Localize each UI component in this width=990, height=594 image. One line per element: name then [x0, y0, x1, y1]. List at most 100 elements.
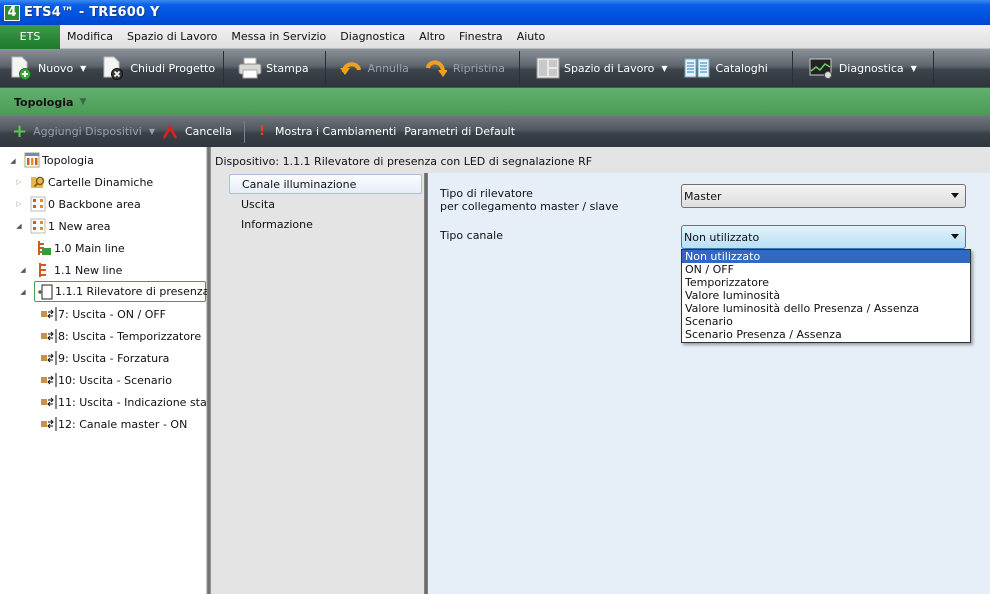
redo-label: Ripristina [452, 61, 505, 75]
catalogs-button[interactable]: Cataloghi [676, 49, 776, 87]
default-parameters-button[interactable]: Parametri di Default [404, 125, 515, 138]
dropdown-arrow-icon [951, 234, 959, 239]
printer-icon [238, 56, 262, 80]
tree-item-group-object[interactable]: 8: Uscita - Temporizzatore [40, 326, 201, 346]
catalogs-label: Cataloghi [715, 61, 768, 75]
workspace-icon [536, 56, 560, 80]
nav-item-canale-illuminazione[interactable]: Canale illuminazione [229, 174, 422, 194]
menu-spazio-di-lavoro[interactable]: Spazio di Lavoro [120, 25, 224, 49]
tree-item-label: 11: Uscita - Indicazione stato [58, 395, 218, 409]
dropdown-option[interactable]: Non utilizzato [682, 250, 970, 263]
show-changes-button[interactable]: ! Mostra i Cambiamenti [259, 124, 396, 139]
dropdown-option[interactable]: Valore luminosità [682, 289, 970, 302]
chevron-down-icon[interactable]: ▼ [911, 64, 917, 73]
menu-altro[interactable]: Altro [412, 25, 452, 49]
group-object-icon [40, 394, 57, 410]
tree-item-label: 9: Uscita - Forzatura [58, 351, 170, 365]
tree-item-backbone-area[interactable]: 0 Backbone area [30, 194, 141, 214]
window-title: ETS4™ - TRE600 Y [24, 5, 160, 20]
expand-arrow-icon[interactable]: ◢ [18, 265, 28, 275]
workspace-button[interactable]: Spazio di Lavoro ▼ [520, 49, 676, 87]
group-object-icon [40, 350, 57, 366]
tree-item-topologia[interactable]: Topologia [24, 150, 94, 170]
undo-icon [339, 56, 362, 80]
add-devices-label: Aggiungi Dispositivi [33, 125, 142, 138]
collapse-arrow-icon[interactable]: ▷ [14, 177, 24, 187]
device-title: Dispositivo: 1.1.1 Rilevatore di presenz… [215, 155, 593, 168]
menu-finestra[interactable]: Finestra [452, 25, 510, 49]
menu-diagnostica[interactable]: Diagnostica [333, 25, 412, 49]
dropdown-option[interactable]: Valore luminosità dello Presenza / Assen… [682, 302, 970, 315]
tree-item-cartelle-dinamiche[interactable]: Cartelle Dinamiche [30, 172, 153, 192]
tree-item-label: 1.1.1 Rilevatore di presenza... [55, 285, 220, 298]
undo-button[interactable]: Annulla [326, 49, 417, 87]
menu-modifica[interactable]: Modifica [60, 25, 120, 49]
nav-item-informazione[interactable]: Informazione [229, 214, 424, 234]
dropdown-option[interactable]: ON / OFF [682, 263, 970, 276]
chevron-down-icon[interactable]: ▼ [149, 127, 155, 136]
menu-messa-in-servizio[interactable]: Messa in Servizio [224, 25, 333, 49]
show-changes-label: Mostra i Cambiamenti [274, 125, 397, 138]
tree-item-label: 12: Canale master - ON [58, 417, 188, 431]
tree-item-group-object[interactable]: 7: Uscita - ON / OFF [40, 304, 166, 324]
chevron-down-icon[interactable]: ▼ [661, 64, 667, 73]
chevron-down-icon[interactable]: ▼ [80, 64, 86, 73]
param-label-line2: per collegamento master / slave [440, 200, 619, 213]
tipo-canale-dropdown-list: Non utilizzato ON / OFF Temporizzatore V… [681, 249, 971, 343]
group-object-icon [40, 306, 57, 322]
delete-label: Cancella [184, 125, 233, 138]
chevron-down-icon[interactable]: ▼ [79, 97, 86, 107]
parameter-editor: Tipo di rilevatore per collegamento mast… [428, 173, 990, 594]
menu-ets-tab[interactable]: ETS [0, 24, 60, 49]
expand-arrow-icon[interactable]: ◢ [14, 221, 24, 231]
group-object-icon [40, 372, 57, 388]
dropdown-option[interactable]: Temporizzatore [682, 276, 970, 289]
add-devices-button[interactable]: + Aggiungi Dispositivi ▼ [12, 122, 155, 141]
print-button[interactable]: Stampa [224, 49, 316, 87]
param-label-tipo-rilevatore: Tipo di rilevatore per collegamento mast… [440, 187, 618, 213]
toolbar-separator [932, 51, 934, 85]
new-button[interactable]: Nuovo ▼ [0, 49, 94, 87]
tree-item-new-area[interactable]: 1 New area [30, 216, 111, 236]
close-project-label: Chiudi Progetto [130, 61, 216, 75]
tree-item-label: 8: Uscita - Temporizzatore [58, 329, 202, 343]
tree-item-group-object[interactable]: 12: Canale master - ON [40, 414, 187, 434]
panel-title: Topologia [14, 95, 74, 109]
exclamation-icon: ! [259, 124, 265, 139]
close-document-icon [102, 56, 124, 80]
tree-item-group-object[interactable]: 9: Uscita - Forzatura [40, 348, 169, 368]
redo-icon [425, 56, 448, 80]
tree-item-group-object[interactable]: 11: Uscita - Indicazione stato [40, 392, 218, 412]
tree-item-label: 1.0 Main line [54, 241, 125, 255]
new-label: Nuovo [38, 61, 74, 75]
tree-item-group-object[interactable]: 10: Uscita - Scenario [40, 370, 172, 390]
tipo-rilevatore-select[interactable]: Master [681, 184, 966, 208]
expand-arrow-icon[interactable]: ◢ [18, 287, 28, 297]
expand-arrow-icon[interactable]: ◢ [8, 156, 18, 166]
workspace-label: Spazio di Lavoro [563, 61, 655, 75]
collapse-arrow-icon[interactable]: ▷ [14, 199, 24, 209]
param-label-tipo-canale: Tipo canale [440, 229, 503, 242]
tree-item-label: Topologia [42, 153, 94, 167]
area-icon [30, 196, 46, 212]
diagnostics-button[interactable]: Diagnostica ▼ [793, 49, 925, 87]
toolbar-separator [244, 120, 246, 143]
dynamic-folder-icon [30, 174, 46, 190]
tree-item-label: 1.1 New line [54, 263, 123, 277]
tipo-canale-select[interactable]: Non utilizzato [681, 225, 966, 249]
tree-item-new-line[interactable]: 1.1 New line [36, 260, 122, 280]
tree-item-label: 10: Uscita - Scenario [58, 373, 172, 387]
nav-item-uscita[interactable]: Uscita [229, 194, 424, 214]
dropdown-option[interactable]: Scenario Presenza / Assenza [682, 328, 970, 341]
param-label-line1: Tipo canale [440, 229, 503, 242]
tree-item-device-selected[interactable]: 1.1.1 Rilevatore di presenza... [34, 281, 220, 302]
tree-item-label: 0 Backbone area [48, 197, 141, 211]
tree-item-main-line[interactable]: 1.0 Main line [36, 238, 125, 258]
dropdown-option[interactable]: Scenario [682, 315, 970, 328]
redo-button[interactable]: Ripristina [417, 49, 513, 87]
delete-button[interactable]: Cancella [162, 123, 233, 139]
topology-panel-header[interactable]: Topologia ▼ [0, 87, 990, 116]
close-project-button[interactable]: Chiudi Progetto [94, 49, 223, 87]
group-object-icon [40, 416, 57, 432]
menu-aiuto[interactable]: Aiuto [510, 25, 553, 49]
